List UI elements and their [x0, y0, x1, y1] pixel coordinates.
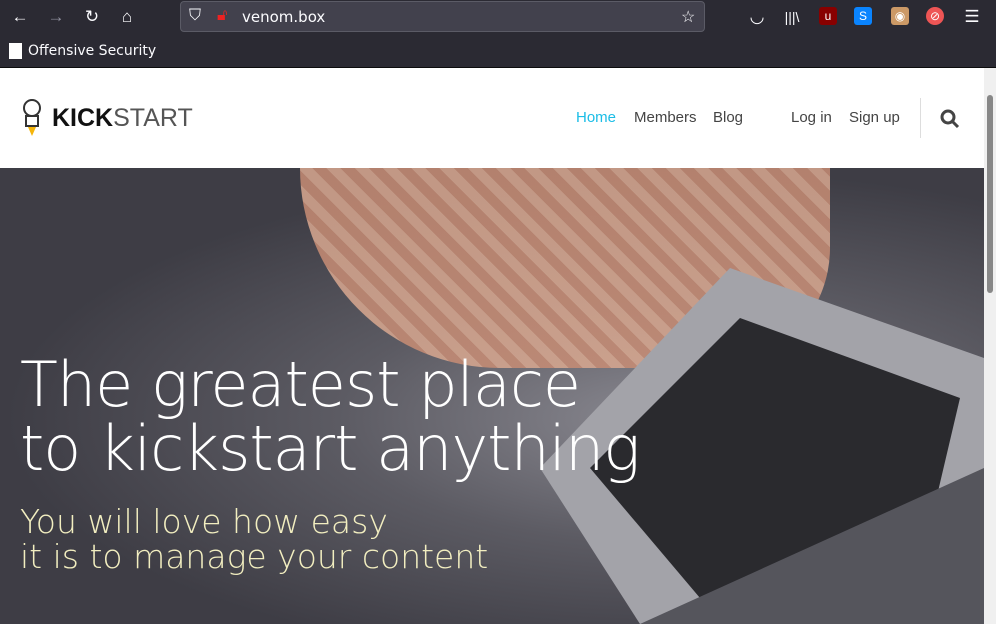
nav-members[interactable]: Members: [634, 109, 697, 126]
nav-blog[interactable]: Blog: [713, 109, 743, 126]
browser-toolbar: ← → ↻ ⌂ ⛉ 🔓︎ venom.box ☆ ◡ |||\ u S ◉ ⊘ …: [0, 0, 996, 34]
logo[interactable]: KICK START: [20, 98, 193, 138]
forward-icon[interactable]: →: [44, 6, 68, 28]
scrollbar[interactable]: [984, 68, 996, 624]
url-bar[interactable]: ⛉ 🔓︎ venom.box ☆: [180, 1, 705, 32]
nav-login[interactable]: Log in: [791, 109, 832, 126]
hero-title: The greatest place to kickstart anything: [20, 348, 640, 485]
avatar-extension-icon[interactable]: ◉: [891, 7, 909, 25]
site-header: KICK START Home Members Blog Log in Sign …: [0, 68, 984, 168]
menu-icon[interactable]: ☰: [960, 6, 984, 28]
library-icon[interactable]: |||\: [780, 6, 804, 28]
nav-divider: [920, 98, 921, 138]
bookmark-offensive-security[interactable]: Offensive Security: [28, 43, 156, 59]
hero-subtitle: You will love how easy it is to manage yo…: [20, 502, 489, 576]
scrollbar-thumb[interactable]: [987, 95, 993, 293]
pocket-icon[interactable]: ◡: [745, 6, 769, 28]
lightbulb-rocket-icon: [23, 99, 41, 136]
lock-insecure-icon[interactable]: 🔓︎: [217, 7, 227, 25]
back-icon[interactable]: ←: [8, 6, 32, 28]
nav-signup[interactable]: Sign up: [849, 109, 900, 126]
page: KICK START Home Members Blog Log in Sign …: [0, 68, 984, 624]
ublock-icon[interactable]: u: [819, 7, 837, 25]
logo-text-bold: KICK: [52, 103, 114, 132]
offsec-logo-icon: [9, 43, 22, 59]
url-text[interactable]: venom.box: [242, 8, 325, 26]
bookmarks-bar: Offensive Security: [0, 34, 996, 68]
shield-icon[interactable]: ⛉: [189, 7, 201, 25]
nav-home[interactable]: Home: [576, 109, 616, 126]
search-icon[interactable]: [940, 109, 960, 129]
blocked-extension-icon[interactable]: ⊘: [926, 7, 944, 25]
s-extension-icon[interactable]: S: [854, 7, 872, 25]
hero-banner: The greatest place to kickstart anything …: [0, 168, 984, 624]
star-icon[interactable]: ☆: [681, 7, 695, 27]
logo-text-light: START: [113, 103, 193, 132]
home-icon[interactable]: ⌂: [115, 6, 139, 28]
reload-icon[interactable]: ↻: [80, 6, 104, 28]
